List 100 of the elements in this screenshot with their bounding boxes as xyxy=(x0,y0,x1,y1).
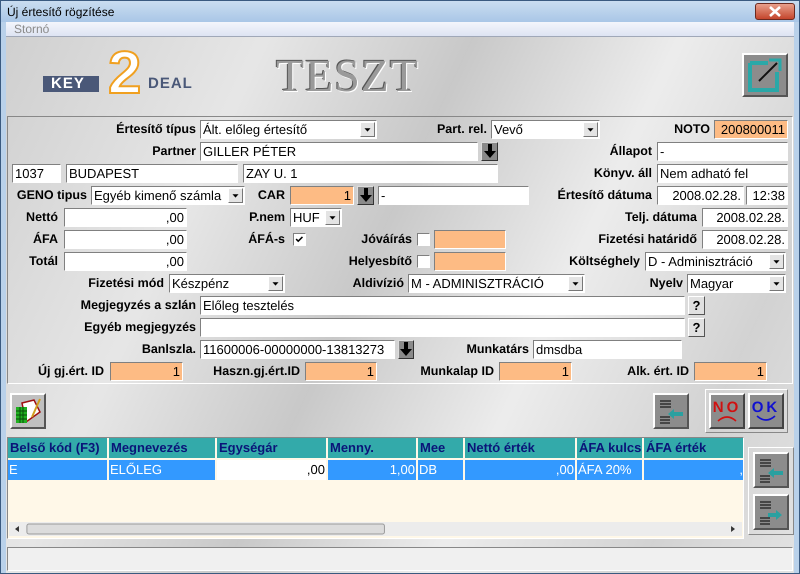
down-arrow-icon xyxy=(484,144,496,158)
field-label: Alk. ért. ID xyxy=(627,364,689,378)
column-header[interactable]: ÁFA kulcs xyxy=(577,438,642,458)
caret-icon xyxy=(228,188,243,202)
field-label: Állapot xyxy=(610,144,652,158)
input-field[interactable]: Nem adható fel xyxy=(657,164,788,182)
smile-icon xyxy=(755,414,777,422)
field-label: Helyesbítő xyxy=(348,254,412,268)
input-field[interactable]: ,00 xyxy=(64,252,187,270)
input-field[interactable]: 200800011 xyxy=(714,120,788,138)
caret-icon xyxy=(769,254,784,268)
input-field[interactable] xyxy=(434,230,506,248)
field-label: Telj. dátuma xyxy=(624,210,697,224)
input-field[interactable]: 2008.02.28. xyxy=(657,186,744,204)
field-label: Értesítő dátuma xyxy=(558,188,652,202)
field-label: ÁFÁ-s xyxy=(248,232,285,246)
field-label: Könyv. áll xyxy=(594,166,652,180)
column-header[interactable]: Mee xyxy=(418,438,463,458)
help-button[interactable]: ? xyxy=(688,296,705,314)
dropdown[interactable]: HUF xyxy=(290,208,342,226)
input-field[interactable] xyxy=(200,318,685,336)
field-label: GENO tipus xyxy=(16,188,87,202)
lookup-button[interactable] xyxy=(357,186,374,204)
logo-text: KEY xyxy=(43,76,99,92)
input-field[interactable]: Előleg tesztelés xyxy=(200,296,685,314)
input-field[interactable]: - xyxy=(378,186,529,204)
column-header[interactable]: Menny. xyxy=(328,438,416,458)
field-label: Jóváírás xyxy=(361,232,412,246)
input-field[interactable]: 1 xyxy=(694,362,767,380)
field-label: Fizetési mód xyxy=(88,276,164,290)
input-field[interactable]: GILLER PÉTER xyxy=(200,142,478,160)
field-label: CAR xyxy=(258,188,285,202)
field-label: Fizetési határidő xyxy=(598,232,697,246)
input-field[interactable]: 12:38 xyxy=(746,186,788,204)
input-field[interactable]: 1 xyxy=(305,362,377,380)
close-icon xyxy=(768,6,782,17)
add-line-button[interactable] xyxy=(753,494,789,530)
field-label: Totál xyxy=(29,254,58,268)
column-header[interactable]: Belső kód (F3) xyxy=(8,438,107,458)
field-label: Megjegyzés a szlán xyxy=(80,298,196,312)
list-button[interactable] xyxy=(653,392,689,428)
field-label: Egyéb megjegyzés xyxy=(84,320,196,334)
field-label: Banlszla. xyxy=(142,342,196,356)
column-header[interactable]: ÁFA érték xyxy=(644,438,743,458)
field-label: Partner xyxy=(152,144,196,158)
environment-title: TESZT xyxy=(276,49,419,102)
open-external-button[interactable] xyxy=(742,53,788,97)
input-field[interactable]: - xyxy=(657,142,788,160)
field-label: Aldivízió xyxy=(352,276,404,290)
checkbox[interactable] xyxy=(417,254,430,268)
frown-icon xyxy=(716,414,738,422)
caret-icon xyxy=(325,210,340,224)
help-button[interactable]: ? xyxy=(688,318,705,336)
dropdown[interactable]: Ált. előleg értesítő xyxy=(200,120,377,138)
column-header[interactable]: Egységár xyxy=(217,438,326,458)
dropdown[interactable]: Vevő xyxy=(491,120,600,138)
input-field[interactable] xyxy=(434,252,506,270)
input-field[interactable]: ,00 xyxy=(64,230,187,248)
down-arrow-icon xyxy=(400,342,412,356)
logo-numeral: 2 xyxy=(108,40,142,106)
input-field[interactable]: 11600006-00000000-13813273 xyxy=(200,340,395,358)
dropdown[interactable]: Készpénz xyxy=(169,274,285,292)
input-field[interactable]: 1 xyxy=(110,362,183,380)
dropdown[interactable]: D - Adminisztráció xyxy=(645,252,786,270)
caret-icon xyxy=(583,122,598,136)
window-title: Új értesítő rögzítése xyxy=(7,4,114,18)
field-label: Munkatárs xyxy=(466,342,529,356)
caret-icon xyxy=(769,276,784,290)
checkbox[interactable] xyxy=(417,232,430,246)
input-field[interactable]: 2008.02.28. xyxy=(702,230,788,248)
input-field[interactable]: dmsdba xyxy=(533,340,682,358)
input-field[interactable]: 1 xyxy=(499,362,572,380)
field-label: Munkalap ID xyxy=(420,364,494,378)
remove-line-button[interactable] xyxy=(753,452,789,488)
dropdown[interactable]: M - ADMINISZTRÁCIÓ xyxy=(408,274,585,292)
ledger-button[interactable] xyxy=(10,392,46,428)
lookup-button[interactable] xyxy=(398,340,414,358)
input-field[interactable]: 1037 xyxy=(12,164,61,182)
field-label: NOTO xyxy=(674,122,710,136)
field-label: Nyelv xyxy=(650,276,683,290)
lookup-button[interactable] xyxy=(481,142,498,160)
dropdown[interactable]: Egyéb kimenő számla xyxy=(91,186,245,204)
input-field[interactable]: ,00 xyxy=(64,208,187,226)
dropdown[interactable]: Magyar xyxy=(687,274,786,292)
input-field[interactable]: ZAY U. 1 xyxy=(243,164,498,182)
down-arrow-icon xyxy=(360,188,372,202)
input-field[interactable]: 1 xyxy=(290,186,354,204)
close-button[interactable] xyxy=(755,3,795,20)
field-label: Értesítő típus xyxy=(116,122,196,136)
horizontal-scrollbar[interactable] xyxy=(9,522,742,536)
field-label: ÁFA xyxy=(33,232,58,246)
column-header[interactable]: Nettó érték xyxy=(465,438,575,458)
field-label: Part. rel. xyxy=(436,122,487,136)
input-field[interactable]: 2008.02.28. xyxy=(702,208,788,226)
table-cell[interactable]: ,00 xyxy=(217,460,326,480)
input-field[interactable]: BUDAPEST xyxy=(66,164,238,182)
field-label: Új gj.ért. ID xyxy=(38,364,104,378)
checkbox[interactable] xyxy=(293,232,306,246)
column-header[interactable]: Megnevezés xyxy=(109,438,215,458)
ledger-pencil-icon xyxy=(14,396,42,424)
